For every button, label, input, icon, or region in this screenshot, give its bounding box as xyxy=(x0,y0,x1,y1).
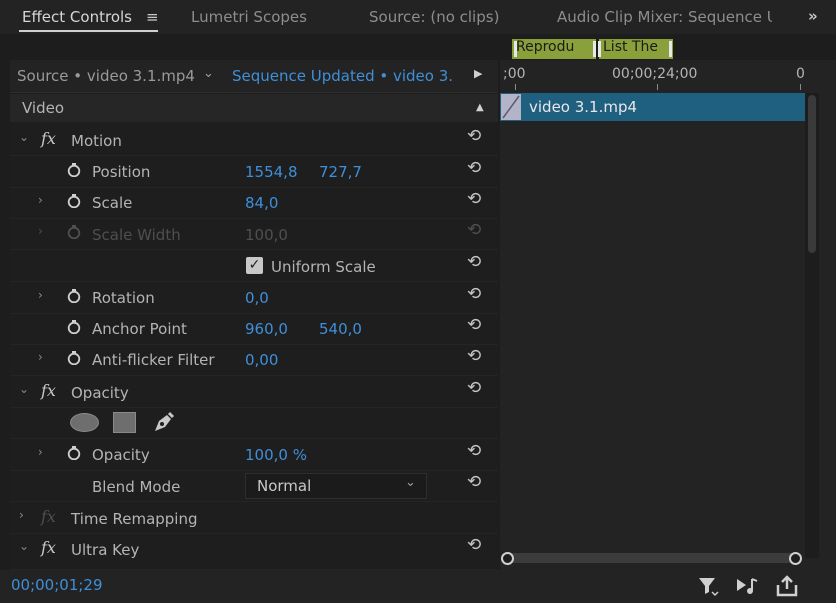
ruler-tick xyxy=(800,84,801,90)
chevron-right-icon[interactable]: › xyxy=(38,350,43,364)
rotation-value[interactable]: 0,0 xyxy=(245,289,269,307)
chevron-right-icon: › xyxy=(38,224,43,238)
chevron-down-icon: ⌄ xyxy=(405,475,416,490)
fx-icon: fx xyxy=(41,507,56,526)
marker-edge xyxy=(598,41,601,57)
stopwatch-icon xyxy=(67,225,81,239)
fx-icon[interactable]: fx xyxy=(41,381,56,400)
stopwatch-icon[interactable] xyxy=(67,194,81,208)
scale-width-label: Scale Width xyxy=(92,226,181,244)
ellipse-mask-icon[interactable] xyxy=(70,413,99,432)
play-arrow-icon[interactable]: ▶ xyxy=(474,67,482,80)
panel-menu-icon[interactable]: ≡ xyxy=(146,8,159,26)
reset-icon[interactable]: ⟲ xyxy=(467,252,481,272)
reset-icon[interactable]: ⟲ xyxy=(467,472,481,492)
clip-thumbnail-diagonal xyxy=(502,95,520,119)
tab-lumetri-scopes[interactable]: Lumetri Scopes xyxy=(191,8,307,26)
blend-mode-label: Blend Mode xyxy=(92,478,181,496)
collapse-up-icon[interactable]: ▲ xyxy=(476,102,484,113)
reset-icon: ⟲ xyxy=(467,220,482,240)
stopwatch-icon[interactable] xyxy=(67,163,81,177)
tab-effect-controls[interactable]: Effect Controls xyxy=(22,8,132,26)
reset-icon[interactable]: ⟲ xyxy=(467,378,481,398)
chevron-down-icon[interactable]: ⌄ xyxy=(19,382,29,396)
blend-mode-value: Normal xyxy=(257,477,312,495)
reset-icon[interactable]: ⟲ xyxy=(467,535,481,555)
anchor-y-value[interactable]: 540,0 xyxy=(319,320,362,338)
position-y-value[interactable]: 727,7 xyxy=(319,163,362,181)
more-tabs-icon[interactable]: » xyxy=(808,7,818,25)
stopwatch-icon[interactable] xyxy=(67,446,81,460)
video-section-label: Video xyxy=(22,99,65,117)
timeline-marker[interactable]: Reprodu xyxy=(512,39,596,59)
chevron-right-icon[interactable]: › xyxy=(38,288,43,302)
opacity-title: Opacity xyxy=(71,384,129,402)
reset-icon[interactable]: ⟲ xyxy=(467,315,481,335)
chevron-right-icon[interactable]: › xyxy=(38,445,43,459)
time-remapping-title: Time Remapping xyxy=(71,510,198,528)
filter-icon[interactable] xyxy=(697,575,719,597)
vertical-scroll-thumb[interactable] xyxy=(808,95,816,253)
playhead-timecode[interactable]: 00;00;01;29 xyxy=(11,576,103,594)
anchor-x-value[interactable]: 960,0 xyxy=(245,320,288,338)
stopwatch-icon[interactable] xyxy=(67,351,81,365)
reset-icon[interactable]: ⟲ xyxy=(467,284,481,304)
anchor-point-label: Anchor Point xyxy=(92,320,187,338)
opacity-value[interactable]: 100,0 % xyxy=(245,446,307,464)
reset-icon[interactable]: ⟲ xyxy=(467,126,481,146)
ruler-end-label: 0 xyxy=(796,66,805,82)
horizontal-scrollbar[interactable] xyxy=(505,553,802,563)
chevron-right-icon[interactable]: › xyxy=(38,193,43,207)
ultra-key-title: Ultra Key xyxy=(71,541,140,559)
uniform-scale-checkbox[interactable]: ✓ xyxy=(246,257,263,274)
ruler-tick xyxy=(515,84,516,90)
play-audio-icon[interactable] xyxy=(735,575,761,597)
marker-edge xyxy=(514,41,517,57)
chevron-down-icon[interactable]: ⌄ xyxy=(19,539,29,553)
sequence-clip-label[interactable]: Sequence Updated • video 3.1.mp4 xyxy=(232,67,454,85)
pen-mask-icon[interactable] xyxy=(152,410,176,434)
scale-value[interactable]: 84,0 xyxy=(245,194,278,212)
scale-label: Scale xyxy=(92,194,133,212)
reset-icon[interactable]: ⟲ xyxy=(467,158,481,178)
position-x-value[interactable]: 1554,8 xyxy=(245,163,298,181)
motion-title: Motion xyxy=(71,132,122,150)
timeline-marker[interactable]: List The xyxy=(599,39,673,59)
fx-icon[interactable]: fx xyxy=(41,129,56,148)
ruler-tick xyxy=(657,84,658,90)
chevron-right-icon[interactable]: › xyxy=(19,508,24,522)
scale-width-value: 100,0 xyxy=(245,226,288,244)
opacity-label: Opacity xyxy=(92,446,150,464)
tab-source[interactable]: Source: (no clips) xyxy=(369,8,499,26)
uniform-scale-label: Uniform Scale xyxy=(271,258,376,276)
fx-icon[interactable]: fx xyxy=(41,538,56,557)
marker-edge xyxy=(593,41,596,57)
ruler-mid-label: 00;00;24;00 xyxy=(612,66,698,82)
scroll-handle-right[interactable] xyxy=(789,552,802,565)
export-icon[interactable] xyxy=(775,574,801,598)
stopwatch-icon[interactable] xyxy=(67,320,81,334)
marker-edge xyxy=(669,41,672,57)
clip-name: video 3.1.mp4 xyxy=(529,98,638,116)
rotation-label: Rotation xyxy=(92,289,155,307)
reset-icon[interactable]: ⟲ xyxy=(467,346,481,366)
ruler-start-label: ;00 xyxy=(503,66,526,82)
chevron-down-icon[interactable]: ⌄ xyxy=(203,66,214,81)
anti-flicker-label: Anti-flicker Filter xyxy=(92,351,215,369)
source-clip-label[interactable]: Source • video 3.1.mp4 xyxy=(17,67,195,85)
mini-timeline-panel xyxy=(500,60,836,570)
chevron-down-icon[interactable]: ⌄ xyxy=(19,130,29,144)
reset-icon[interactable]: ⟲ xyxy=(467,441,481,461)
anti-flicker-value[interactable]: 0,00 xyxy=(245,351,278,369)
reset-icon[interactable]: ⟲ xyxy=(467,189,481,209)
active-tab-underline xyxy=(19,30,158,32)
video-section-header xyxy=(10,94,498,122)
position-label: Position xyxy=(92,163,151,181)
tab-audio-clip-mixer[interactable]: Audio Clip Mixer: Sequence U xyxy=(557,8,772,26)
rectangle-mask-icon[interactable] xyxy=(113,412,136,433)
scroll-handle-left[interactable] xyxy=(501,552,514,565)
stopwatch-icon[interactable] xyxy=(67,289,81,303)
